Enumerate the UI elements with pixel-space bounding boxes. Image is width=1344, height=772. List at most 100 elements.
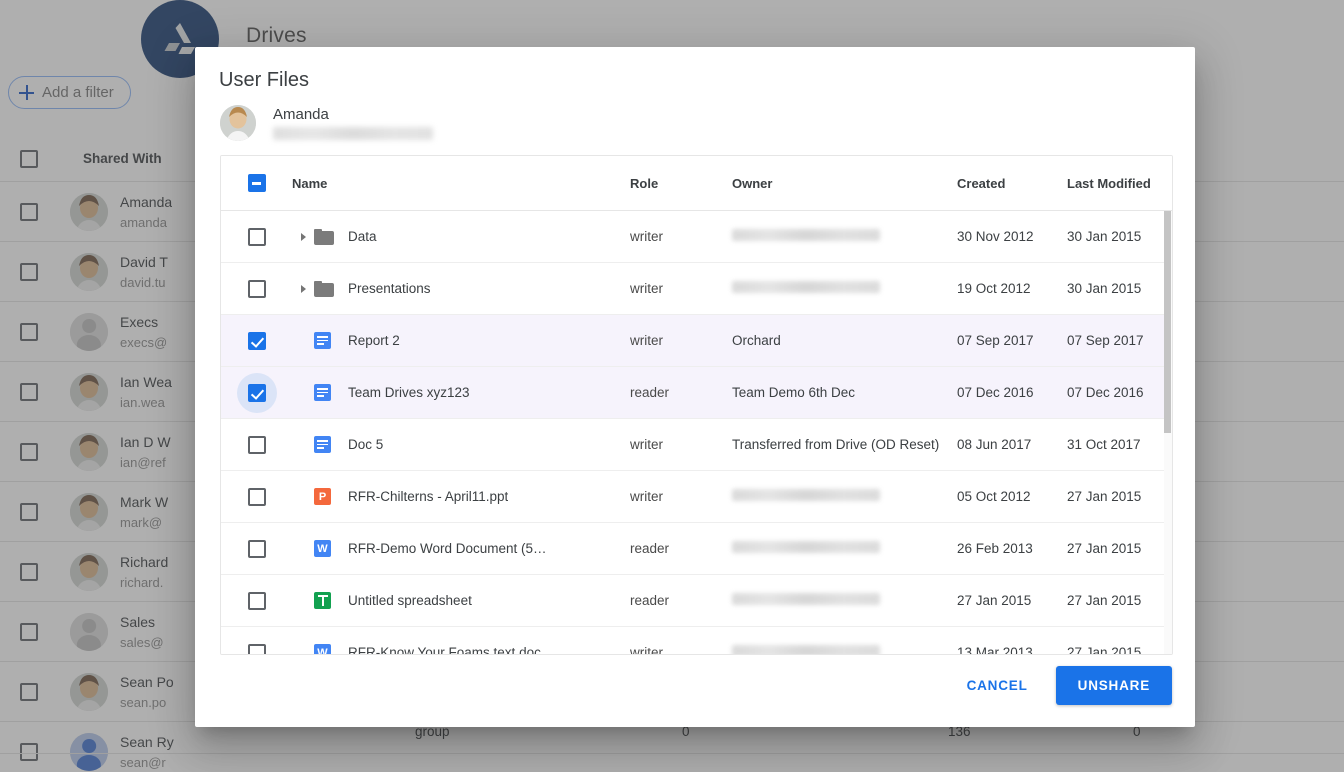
file-type-icon-cell: [314, 384, 348, 401]
file-name[interactable]: Data: [348, 229, 377, 244]
sheets-icon: [314, 592, 331, 609]
row-checkbox[interactable]: [247, 591, 266, 610]
owner-value: Transferred from Drive (OD Reset): [732, 436, 940, 452]
role-value: writer: [630, 645, 663, 655]
last-modified-value: 27 Jan 2015: [1067, 489, 1142, 504]
google-doc-icon: [314, 436, 331, 453]
role-value: writer: [630, 437, 663, 452]
owner-value: Team Demo 6th Dec: [732, 384, 856, 400]
created-value: 08 Jun 2017: [957, 437, 1032, 452]
column-header-created[interactable]: Created: [957, 176, 1067, 191]
last-modified-value: 27 Jan 2015: [1067, 541, 1142, 556]
select-all-cell[interactable]: [221, 174, 292, 192]
owner-cell: Transferred from Drive (OD Reset): [732, 436, 957, 454]
file-name[interactable]: RFR-Chilterns - April11.ppt: [348, 489, 508, 504]
expand-chevron-icon[interactable]: [292, 284, 314, 293]
row-checkbox-cell[interactable]: [221, 487, 292, 506]
files-row-list: Data writer 30 Nov 2012 30 Jan 2015 Presenta…: [221, 211, 1172, 655]
row-checkbox-cell[interactable]: [221, 539, 292, 558]
table-row[interactable]: W RFR-Know Your Foams text doc writer 13 Ma…: [221, 627, 1172, 655]
owner-email-redacted: [732, 228, 880, 241]
role-value: writer: [630, 333, 663, 348]
row-checkbox[interactable]: [247, 539, 266, 558]
file-type-icon-cell: [314, 436, 348, 453]
column-header-role[interactable]: Role: [630, 176, 732, 191]
row-checkbox-cell[interactable]: [221, 591, 292, 610]
owner-cell: [732, 644, 957, 654]
owner-cell: Team Demo 6th Dec: [732, 384, 957, 402]
row-checkbox-cell[interactable]: [221, 643, 292, 654]
owner-cell: [732, 540, 957, 558]
created-value: 19 Oct 2012: [957, 281, 1031, 296]
file-name[interactable]: Presentations: [348, 281, 431, 296]
column-header-name[interactable]: Name: [292, 176, 630, 191]
created-value: 26 Feb 2013: [957, 541, 1033, 556]
table-row[interactable]: P RFR-Chilterns - April11.ppt writer 05 Oct…: [221, 471, 1172, 523]
row-checkbox-cell[interactable]: [221, 372, 292, 413]
owner-cell: [732, 488, 957, 506]
word-icon: W: [314, 540, 331, 557]
unshare-button[interactable]: UNSHARE: [1055, 666, 1172, 705]
table-row[interactable]: Doc 5 writer Transferred from Drive (OD Re…: [221, 419, 1172, 471]
dialog-user-email-redacted: [273, 127, 433, 141]
table-row[interactable]: Data writer 30 Nov 2012 30 Jan 2015: [221, 211, 1172, 263]
expand-chevron-icon[interactable]: [292, 232, 314, 241]
select-all-checkbox[interactable]: [247, 174, 266, 192]
row-checkbox-cell[interactable]: [221, 227, 292, 246]
file-name[interactable]: RFR-Know Your Foams text doc: [348, 645, 541, 654]
created-value: 07 Dec 2016: [957, 385, 1034, 400]
role-value: reader: [630, 385, 670, 400]
last-modified-value: 27 Jan 2015: [1067, 593, 1142, 608]
row-checkbox[interactable]: [247, 331, 266, 350]
last-modified-value: 27 Jan 2015: [1067, 645, 1142, 655]
created-value: 07 Sep 2017: [957, 333, 1034, 348]
file-type-icon-cell: [314, 280, 348, 297]
cancel-button[interactable]: CANCEL: [953, 668, 1042, 703]
file-name[interactable]: Report 2: [348, 333, 400, 348]
role-value: writer: [630, 489, 663, 504]
created-value: 30 Nov 2012: [957, 229, 1034, 244]
file-name[interactable]: Doc 5: [348, 437, 383, 452]
column-header-owner[interactable]: Owner: [732, 176, 957, 191]
file-name[interactable]: Untitled spreadsheet: [348, 593, 472, 608]
table-row[interactable]: Presentations writer 19 Oct 2012 30 Jan 201…: [221, 263, 1172, 315]
dialog-user-info: Amanda: [220, 105, 433, 141]
google-doc-icon: [314, 384, 331, 401]
row-checkbox-cell[interactable]: [221, 279, 292, 298]
owner-email-redacted: [732, 644, 880, 654]
last-modified-value: 31 Oct 2017: [1067, 437, 1141, 452]
row-checkbox[interactable]: [247, 279, 266, 298]
table-row[interactable]: Untitled spreadsheet reader 27 Jan 2015 27 …: [221, 575, 1172, 627]
table-row[interactable]: Team Drives xyz123 reader Team Demo 6th De…: [221, 367, 1172, 419]
screen: Drives Add a filter Shared With Amanda am…: [0, 0, 1344, 772]
row-checkbox[interactable]: [247, 487, 266, 506]
file-name[interactable]: Team Drives xyz123: [348, 385, 470, 400]
google-doc-icon: [314, 332, 331, 349]
powerpoint-icon: P: [314, 488, 331, 505]
role-value: reader: [630, 593, 670, 608]
avatar: [220, 105, 256, 141]
vertical-scrollbar[interactable]: [1164, 211, 1172, 654]
role-value: writer: [630, 229, 663, 244]
column-header-last-modified[interactable]: Last Modified: [1067, 176, 1172, 191]
file-type-icon-cell: [314, 228, 348, 245]
row-checkbox-cell[interactable]: [221, 331, 292, 350]
word-icon: W: [314, 644, 331, 654]
table-row[interactable]: Report 2 writer Orchard 07 Sep 2017 07 Sep 2…: [221, 315, 1172, 367]
folder-icon: [314, 228, 334, 245]
files-table-body-scroll[interactable]: Data writer 30 Nov 2012 30 Jan 2015 Presenta…: [221, 211, 1172, 655]
scrollbar-thumb[interactable]: [1164, 211, 1171, 433]
row-checkbox[interactable]: [247, 435, 266, 454]
owner-cell: Orchard: [732, 332, 957, 350]
owner-email-redacted: [732, 280, 880, 293]
table-row[interactable]: W RFR-Demo Word Document (5… reader 26 Feb …: [221, 523, 1172, 575]
file-name[interactable]: RFR-Demo Word Document (5…: [348, 541, 547, 556]
file-type-icon-cell: [314, 332, 348, 349]
row-checkbox[interactable]: [247, 227, 266, 246]
owner-email-redacted: [732, 592, 880, 605]
row-checkbox-cell[interactable]: [221, 435, 292, 454]
row-checkbox[interactable]: [247, 383, 266, 402]
role-value: writer: [630, 281, 663, 296]
row-checkbox[interactable]: [247, 643, 266, 654]
owner-email-redacted: [732, 488, 880, 501]
